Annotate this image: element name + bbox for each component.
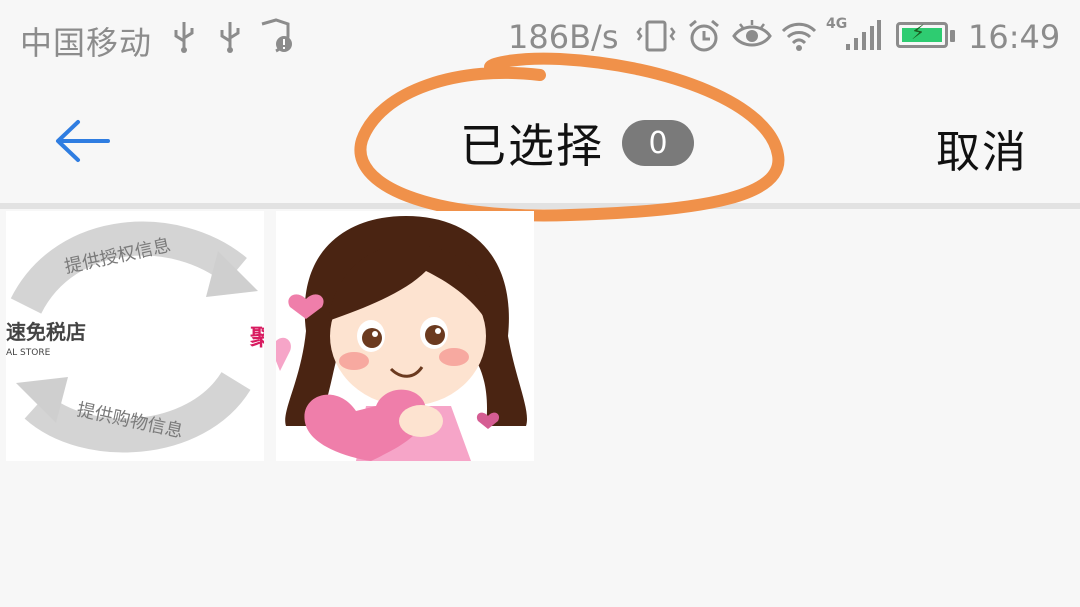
vibrate-icon xyxy=(634,18,678,62)
shield-alert-icon xyxy=(258,18,294,62)
image-thumbnail[interactable] xyxy=(276,211,534,461)
eye-icon xyxy=(732,18,772,62)
alarm-icon xyxy=(686,18,722,62)
charging-icon: ⚡ xyxy=(911,20,926,44)
battery-cap xyxy=(950,30,955,42)
diagram-text-sub: AL STORE xyxy=(6,348,51,358)
clock: 16:49 xyxy=(968,18,1061,56)
signal-icon xyxy=(844,18,882,62)
cancel-button[interactable]: 取消 xyxy=(936,116,1028,180)
battery-icon: ⚡ xyxy=(896,20,948,48)
image-grid: 提供授权信息 速免税店 AL STORE 提供购物信息 聚 xyxy=(6,211,534,461)
back-button[interactable] xyxy=(50,108,120,178)
screen: 中国移动 186B/s 4G ⚡ 16:49 已选择 0 取消 提供授权信息 速… xyxy=(0,0,1080,607)
diagram-text-middle: 速免税店 xyxy=(6,320,86,344)
header-divider xyxy=(0,203,1080,209)
network-speed: 186B/s xyxy=(508,18,619,56)
status-bar: 中国移动 186B/s 4G ⚡ 16:49 xyxy=(0,0,1080,78)
wifi-icon xyxy=(780,18,818,62)
app-bar: 已选择 0 取消 xyxy=(0,78,1080,203)
usb-icon xyxy=(216,18,244,62)
diagram-text-edge: 聚 xyxy=(249,326,264,351)
arrow-left-icon xyxy=(56,120,110,162)
image-thumbnail[interactable]: 提供授权信息 速免税店 AL STORE 提供购物信息 聚 xyxy=(6,211,264,461)
authorization-diagram-image: 提供授权信息 速免税店 AL STORE 提供购物信息 聚 xyxy=(6,211,264,461)
selected-count-badge: 0 xyxy=(622,120,694,166)
usb-icon xyxy=(170,18,198,62)
cartoon-girl-image xyxy=(276,211,534,461)
title-group: 已选择 0 xyxy=(460,110,694,176)
page-title: 已选择 xyxy=(460,119,604,173)
carrier-label: 中国移动 xyxy=(20,24,153,62)
